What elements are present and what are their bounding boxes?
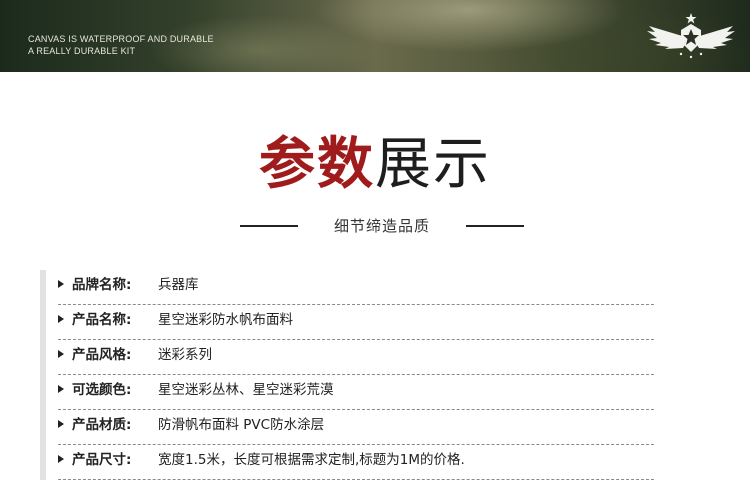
triangle-bullet-icon bbox=[58, 280, 64, 288]
triangle-bullet-icon bbox=[58, 455, 64, 463]
spec-row-product-name: 产品名称: 星空迷彩防水帆布面料 bbox=[58, 305, 654, 340]
page-title: 参数展示 bbox=[0, 132, 750, 198]
subtitle: 细节缔造品质 bbox=[333, 217, 430, 235]
page-title-accent: 参数 bbox=[259, 132, 375, 197]
spec-label: 可选颜色: bbox=[72, 382, 132, 398]
spec-label: 产品材质: bbox=[72, 417, 132, 433]
subtitle-divider-left bbox=[240, 225, 298, 227]
spec-label: 产品风格: bbox=[72, 347, 132, 363]
spec-value: 宽度1.5米，长度可根据需求定制,标题为1M的价格. bbox=[158, 452, 465, 468]
spec-value: 防滑帆布面料 PVC防水涂层 bbox=[158, 417, 325, 433]
banner-tagline-line-2: A REALLY DURABLE KIT bbox=[28, 46, 136, 56]
spec-value: 星空迷彩丛林、星空迷彩荒漠 bbox=[158, 382, 334, 398]
spec-value: 迷彩系列 bbox=[158, 347, 212, 363]
spec-label: 品牌名称: bbox=[72, 277, 132, 293]
winged-star-emblem-icon bbox=[647, 13, 735, 59]
page-title-rest: 展示 bbox=[375, 132, 491, 197]
spec-value: 星空迷彩防水帆布面料 bbox=[158, 312, 293, 328]
spec-list-side-bar bbox=[40, 270, 46, 480]
spec-row-style: 产品风格: 迷彩系列 bbox=[58, 340, 654, 375]
banner-tagline: CANVAS IS WATERPROOF AND DURABLE A REALL… bbox=[28, 33, 214, 57]
header-banner: CANVAS IS WATERPROOF AND DURABLE A REALL… bbox=[0, 0, 750, 72]
spec-label: 产品名称: bbox=[72, 312, 132, 328]
spec-row-brand: 品牌名称: 兵器库 bbox=[58, 270, 654, 305]
subtitle-divider-right bbox=[466, 225, 524, 227]
spec-row-size: 产品尺寸: 宽度1.5米，长度可根据需求定制,标题为1M的价格. bbox=[58, 445, 654, 480]
spec-row-colors: 可选颜色: 星空迷彩丛林、星空迷彩荒漠 bbox=[58, 375, 654, 410]
spec-row-material: 产品材质: 防滑帆布面料 PVC防水涂层 bbox=[58, 410, 654, 445]
subtitle-row: 细节缔造品质 bbox=[0, 214, 750, 238]
triangle-bullet-icon bbox=[58, 350, 64, 358]
spec-value: 兵器库 bbox=[158, 277, 199, 293]
triangle-bullet-icon bbox=[58, 315, 64, 323]
triangle-bullet-icon bbox=[58, 385, 64, 393]
triangle-bullet-icon bbox=[58, 420, 64, 428]
spec-label: 产品尺寸: bbox=[72, 452, 132, 468]
banner-tagline-line-1: CANVAS IS WATERPROOF AND DURABLE bbox=[28, 34, 214, 44]
